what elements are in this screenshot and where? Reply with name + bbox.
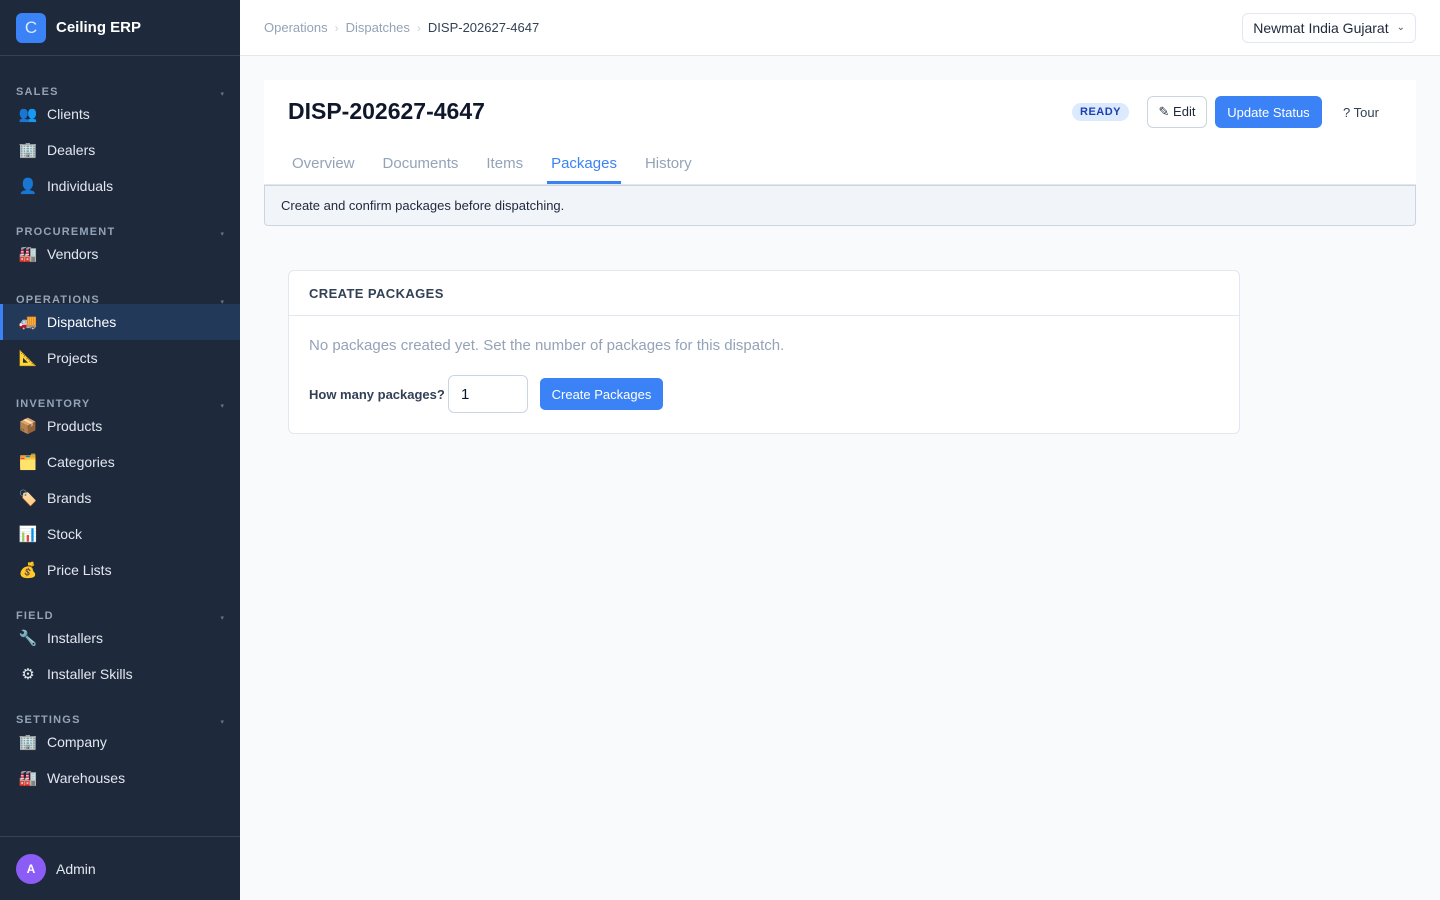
sidebar-item-products[interactable]: 📦 Products	[0, 408, 240, 444]
company-name: Newmat India Gujarat	[1253, 19, 1389, 36]
breadcrumb-dispatches[interactable]: Dispatches	[346, 20, 410, 35]
tag-icon: 🏷️	[18, 490, 38, 507]
brand-name: Ceiling ERP	[56, 19, 142, 36]
sidebar-item-price-lists[interactable]: 💰 Price Lists	[0, 552, 240, 588]
sidebar-item-label: Company	[47, 734, 107, 750]
sidebar-item-label: Categories	[47, 454, 115, 470]
sidebar-item-vendors[interactable]: 🏭 Vendors	[0, 236, 240, 272]
person-icon: 👤	[18, 178, 38, 195]
sidebar-item-label: Dealers	[47, 142, 96, 158]
sidebar-item-projects[interactable]: 📐 Projects	[0, 340, 240, 376]
sidebar-item-dispatches[interactable]: 🚚 Dispatches	[0, 304, 240, 340]
factory-icon: 🏭	[18, 770, 38, 787]
factory-icon: 🏭	[18, 246, 38, 263]
update-status-button[interactable]: Update Status	[1215, 96, 1322, 128]
sidebar-item-label: Individuals	[47, 178, 114, 194]
tab-overview[interactable]: Overview	[288, 150, 359, 184]
dispatch-header: DISP-202627-4647 READY ✎ Edit Update Sta…	[264, 80, 1416, 185]
sidebar: C Ceiling ERP SALES ▾ 👥 Clients 🏢 Dealer…	[0, 0, 240, 900]
breadcrumb-current: DISP-202627-4647	[427, 20, 540, 35]
sidebar-item-installers[interactable]: 🔧 Installers	[0, 620, 240, 656]
breadcrumb: Operations › Dispatches › DISP-202627-46…	[264, 20, 539, 35]
sidebar-item-label: Products	[47, 418, 103, 434]
package-icon: 📦	[18, 418, 38, 435]
sidebar-item-clients[interactable]: 👥 Clients	[0, 96, 240, 132]
user-menu[interactable]: A Admin	[0, 836, 240, 900]
tour-button[interactable]: ? Tour	[1334, 96, 1388, 128]
empty-state-text: No packages created yet. Set the number …	[309, 337, 785, 354]
tab-history[interactable]: History	[641, 150, 696, 184]
sidebar-item-label: Projects	[47, 350, 98, 366]
truck-icon: 🚚	[18, 314, 38, 331]
sidebar-item-categories[interactable]: 🗂️ Categories	[0, 444, 240, 480]
breadcrumb-separator: ›	[334, 20, 339, 35]
sidebar-item-installer-skills[interactable]: ⚙ Installer Skills	[0, 656, 240, 692]
info-banner: Create and confirm packages before dispa…	[264, 185, 1416, 226]
folder-icon: 🗂️	[18, 454, 38, 471]
tab-items[interactable]: Items	[482, 150, 527, 184]
user-name: Admin	[56, 860, 96, 877]
sidebar-item-label: Stock	[47, 526, 83, 542]
money-bag-icon: 💰	[18, 562, 38, 579]
sidebar-item-stock[interactable]: 📊 Stock	[0, 516, 240, 552]
sidebar-item-label: Warehouses	[47, 770, 126, 786]
card-title: CREATE PACKAGES	[289, 271, 1239, 316]
create-packages-button[interactable]: Create Packages	[540, 378, 663, 410]
building-icon: 🏢	[18, 142, 38, 159]
brand-logo: C	[16, 12, 46, 43]
sidebar-item-label: Dispatches	[47, 314, 117, 330]
brand[interactable]: C Ceiling ERP	[0, 0, 240, 56]
building-icon: 🏢	[18, 734, 38, 751]
tab-packages[interactable]: Packages	[547, 150, 621, 184]
edit-button[interactable]: ✎ Edit	[1147, 96, 1207, 128]
company-select[interactable]: Newmat India Gujarat ⌄	[1242, 12, 1416, 43]
topbar: Operations › Dispatches › DISP-202627-46…	[240, 0, 1440, 56]
package-count-input[interactable]	[448, 375, 528, 413]
status-badge: READY	[1072, 103, 1130, 121]
sidebar-item-label: Price Lists	[47, 562, 112, 578]
gear-icon: ⚙	[21, 666, 35, 683]
wrench-icon: 🔧	[18, 630, 38, 647]
sidebar-item-warehouses[interactable]: 🏭 Warehouses	[0, 760, 240, 796]
triangle-ruler-icon: 📐	[18, 350, 38, 367]
package-count-label: How many packages?	[309, 387, 445, 402]
page-title: DISP-202627-4647	[288, 98, 485, 124]
sidebar-item-company[interactable]: 🏢 Company	[0, 724, 240, 760]
sidebar-item-brands[interactable]: 🏷️ Brands	[0, 480, 240, 516]
sidebar-item-label: Brands	[47, 490, 92, 506]
tab-documents[interactable]: Documents	[379, 150, 463, 184]
chevron-down-icon: ⌄	[1396, 22, 1405, 33]
avatar: A	[16, 853, 46, 884]
sidebar-item-label: Vendors	[47, 246, 99, 262]
sidebar-item-label: Installer Skills	[47, 666, 133, 682]
breadcrumb-separator: ›	[416, 20, 421, 35]
create-packages-card: CREATE PACKAGES No packages created yet.…	[288, 270, 1240, 434]
sidebar-item-dealers[interactable]: 🏢 Dealers	[0, 132, 240, 168]
tab-bar: Overview Documents Items Packages Histor…	[288, 150, 716, 184]
info-text: Create and confirm packages before dispa…	[281, 198, 565, 213]
bar-chart-icon: 📊	[18, 526, 38, 543]
sidebar-item-label: Clients	[47, 106, 90, 122]
breadcrumb-operations[interactable]: Operations	[264, 20, 328, 35]
sidebar-item-label: Installers	[47, 630, 104, 646]
sidebar-item-individuals[interactable]: 👤 Individuals	[0, 168, 240, 204]
people-icon: 👥	[18, 106, 38, 123]
